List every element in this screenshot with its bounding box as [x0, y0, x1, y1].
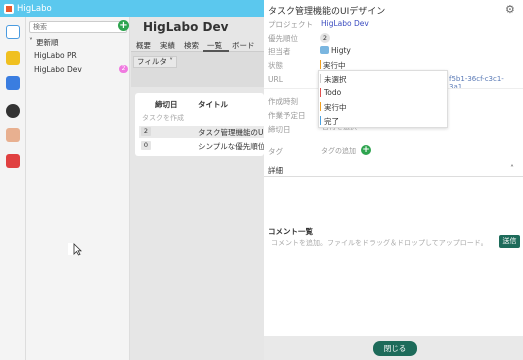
- group-label: 更新順: [36, 38, 59, 47]
- divider: [264, 176, 523, 177]
- tags-label: タグ: [268, 147, 283, 156]
- calendar-app-icon[interactable]: [6, 25, 20, 39]
- tab-search[interactable]: 検索: [184, 40, 199, 51]
- project-label: プロジェクト: [268, 20, 313, 29]
- tab-overview[interactable]: 概要: [136, 40, 151, 51]
- table-row[interactable]: 0 シンプルな優先順位ス: [139, 140, 264, 152]
- deadline-label: 締切日: [268, 125, 291, 134]
- app-iconbar: [0, 17, 26, 360]
- column-header-deadline[interactable]: 締切日: [155, 99, 178, 110]
- project-badge: 2: [119, 65, 128, 73]
- details-section-header[interactable]: 詳細: [268, 165, 283, 176]
- mouse-cursor-icon: [68, 243, 82, 256]
- app-titlebar: HigLabo: [0, 0, 264, 17]
- chevron-up-icon[interactable]: ˄: [510, 164, 514, 173]
- chevron-down-icon: ˅: [169, 57, 173, 66]
- filter-dropdown[interactable]: フィルタ ˅: [133, 56, 177, 68]
- status-color-bar: [320, 60, 321, 69]
- app-title: HigLabo: [17, 3, 52, 14]
- tab-board[interactable]: ボード: [232, 40, 255, 51]
- url-label: URL: [268, 75, 283, 84]
- priority-badge: 0: [141, 141, 151, 150]
- assignee-label: 担当者: [268, 47, 291, 56]
- status-option-todo[interactable]: Todo: [321, 88, 341, 97]
- created-label: 作成時刻: [268, 97, 298, 106]
- assignee-value[interactable]: Higty: [331, 46, 351, 55]
- tab-results[interactable]: 実績: [160, 40, 175, 51]
- status-label: 状態: [268, 61, 283, 70]
- task-title: タスク管理機能のUIデ: [198, 128, 264, 137]
- close-button[interactable]: 閉じる: [373, 341, 417, 356]
- status-option-unselected[interactable]: 未選択: [321, 74, 347, 85]
- status-option-done[interactable]: 完了: [321, 116, 339, 127]
- sidebar-item-higlabo-pr[interactable]: HigLabo PR: [34, 51, 77, 60]
- add-tag-button[interactable]: タグの追加: [321, 146, 356, 156]
- comments-heading: コメント一覧: [268, 227, 313, 236]
- avatar: [320, 46, 329, 54]
- send-button[interactable]: 送信: [499, 235, 520, 248]
- translate-app-icon[interactable]: [6, 76, 20, 90]
- search-input[interactable]: [29, 21, 127, 33]
- priority-value[interactable]: 2: [320, 33, 330, 43]
- filter-label: フィルタ: [137, 57, 167, 66]
- planned-date-label: 作業予定日: [268, 111, 306, 120]
- column-header-title[interactable]: タイトル: [198, 99, 228, 110]
- add-tag-icon[interactable]: +: [361, 145, 371, 155]
- add-project-button[interactable]: +: [118, 20, 129, 31]
- sidebar-item-higlabo-dev[interactable]: HigLabo Dev: [34, 65, 82, 74]
- project-title: HigLabo Dev: [143, 20, 229, 34]
- task-title-field[interactable]: タスク管理機能のUIデザイン: [268, 4, 385, 17]
- task-title: シンプルな優先順位ス: [198, 142, 264, 151]
- gear-icon[interactable]: ⚙: [505, 3, 515, 16]
- status-option-in-progress[interactable]: 実行中: [321, 102, 347, 113]
- priority-label: 優先順位: [268, 34, 298, 43]
- blocks-app-icon[interactable]: [6, 154, 20, 168]
- create-task-input[interactable]: タスクを作成: [142, 113, 184, 123]
- robot-app-icon[interactable]: [6, 104, 20, 118]
- priority-badge: 2: [141, 127, 151, 136]
- chevron-down-icon[interactable]: ˅: [29, 37, 33, 46]
- person-app-icon[interactable]: [6, 128, 20, 142]
- task-check-app-icon[interactable]: [6, 51, 20, 65]
- comment-input[interactable]: コメントを追加。ファイルをドラッグ＆ドロップしてアップロード。: [271, 238, 488, 248]
- project-value[interactable]: HigLabo Dev: [321, 19, 369, 28]
- table-row[interactable]: 2 タスク管理機能のUIデ: [139, 126, 264, 138]
- task-detail-panel: [264, 0, 523, 360]
- app-logo-icon: [4, 3, 14, 14]
